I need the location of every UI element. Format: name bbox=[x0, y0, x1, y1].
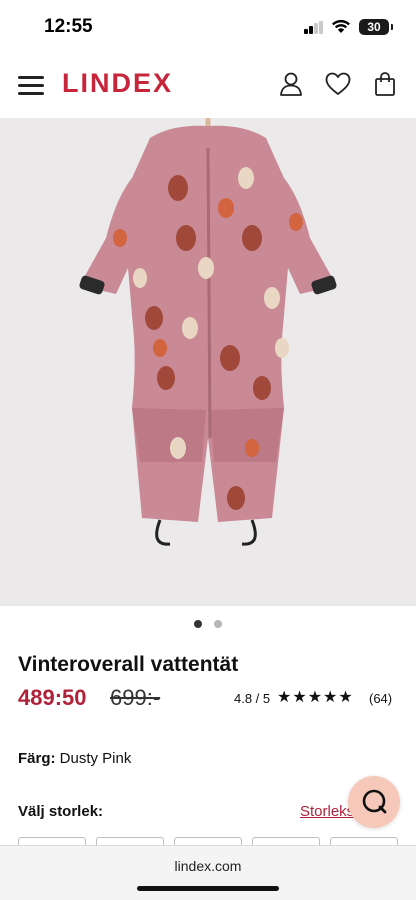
gallery-dot[interactable] bbox=[214, 620, 223, 628]
wifi-icon bbox=[332, 19, 350, 33]
product-image[interactable] bbox=[0, 118, 416, 606]
heart-icon[interactable] bbox=[324, 70, 352, 98]
status-bar: 12:55 30 bbox=[0, 0, 416, 54]
home-indicator[interactable] bbox=[137, 886, 279, 891]
chat-icon bbox=[362, 789, 387, 814]
site-header: LINDEX bbox=[0, 56, 416, 116]
gallery-pagination bbox=[0, 620, 416, 630]
rating-stars[interactable]: ★★★★★ bbox=[277, 687, 354, 707]
battery-icon: 30 bbox=[359, 19, 389, 35]
browser-bottom-bar: lindex.com bbox=[0, 845, 416, 900]
gallery-dot-active[interactable] bbox=[193, 620, 202, 628]
price-row: 489:50 699:- 4.8 / 5 ★★★★★ (64) bbox=[18, 685, 398, 713]
chat-button[interactable] bbox=[348, 776, 400, 828]
brand-logo[interactable]: LINDEX bbox=[62, 68, 173, 99]
original-price: 699:- bbox=[110, 685, 161, 710]
address-bar[interactable]: lindex.com bbox=[0, 858, 416, 874]
color-value: Dusty Pink bbox=[59, 750, 132, 767]
status-time: 12:55 bbox=[44, 16, 93, 37]
signal-icon bbox=[304, 21, 324, 34]
bag-icon[interactable] bbox=[371, 70, 399, 98]
sale-price: 489:50 bbox=[18, 685, 87, 710]
account-icon[interactable] bbox=[277, 70, 305, 98]
product-title: Vinteroverall vattentät bbox=[18, 653, 239, 676]
size-label: Välj storlek: bbox=[18, 803, 104, 820]
color-row: Färg: Dusty Pink bbox=[18, 750, 131, 767]
snowsuit-illustration bbox=[79, 118, 337, 546]
rating-score[interactable]: 4.8 / 5 bbox=[234, 691, 270, 706]
color-label: Färg: bbox=[18, 750, 56, 767]
menu-icon[interactable] bbox=[18, 74, 46, 96]
rating-count[interactable]: (64) bbox=[369, 691, 392, 706]
battery-tip bbox=[391, 24, 393, 30]
